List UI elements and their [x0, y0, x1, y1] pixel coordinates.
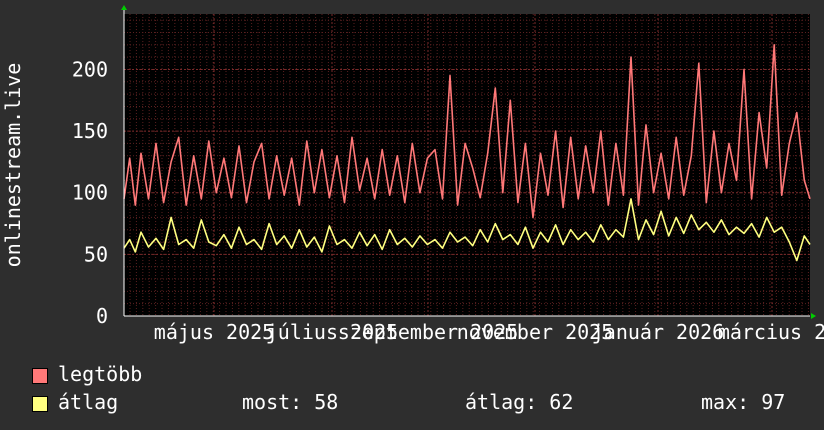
stat-now: most: 58: [242, 390, 339, 414]
y-axis-arrow-icon: [121, 5, 127, 10]
y-tick-label: 100: [72, 181, 108, 205]
x-tick-label: január 2026: [592, 320, 724, 344]
x-tick-label: május 2025: [154, 320, 274, 344]
y-tick-label: 150: [72, 119, 108, 143]
y-tick-label: 50: [84, 242, 108, 266]
plot-background: [124, 14, 810, 316]
chart-svg: 050100150200május 2025július 2025szeptem…: [1, 5, 824, 344]
x-tick-label: március 2: [718, 320, 824, 344]
legend-label-max: legtöbb: [58, 362, 143, 386]
stat-avg: átlag: 62: [465, 390, 574, 414]
grid: [124, 14, 810, 317]
legend-label-avg: átlag: [58, 390, 119, 414]
y-tick-label: 0: [96, 304, 108, 328]
stat-max: max: 97: [701, 390, 786, 414]
x-tick-label: november 2025: [457, 320, 614, 344]
y-tick-label: 200: [72, 57, 108, 81]
legend-swatch-max: [32, 368, 48, 384]
x-axis-arrow-icon: [811, 313, 816, 319]
y-axis-label: onlinestream.live: [1, 63, 25, 268]
legend-swatch-avg: [32, 396, 48, 412]
legend-row-avg: átlag most: 58 átlag: 62 max: 97: [32, 391, 812, 413]
